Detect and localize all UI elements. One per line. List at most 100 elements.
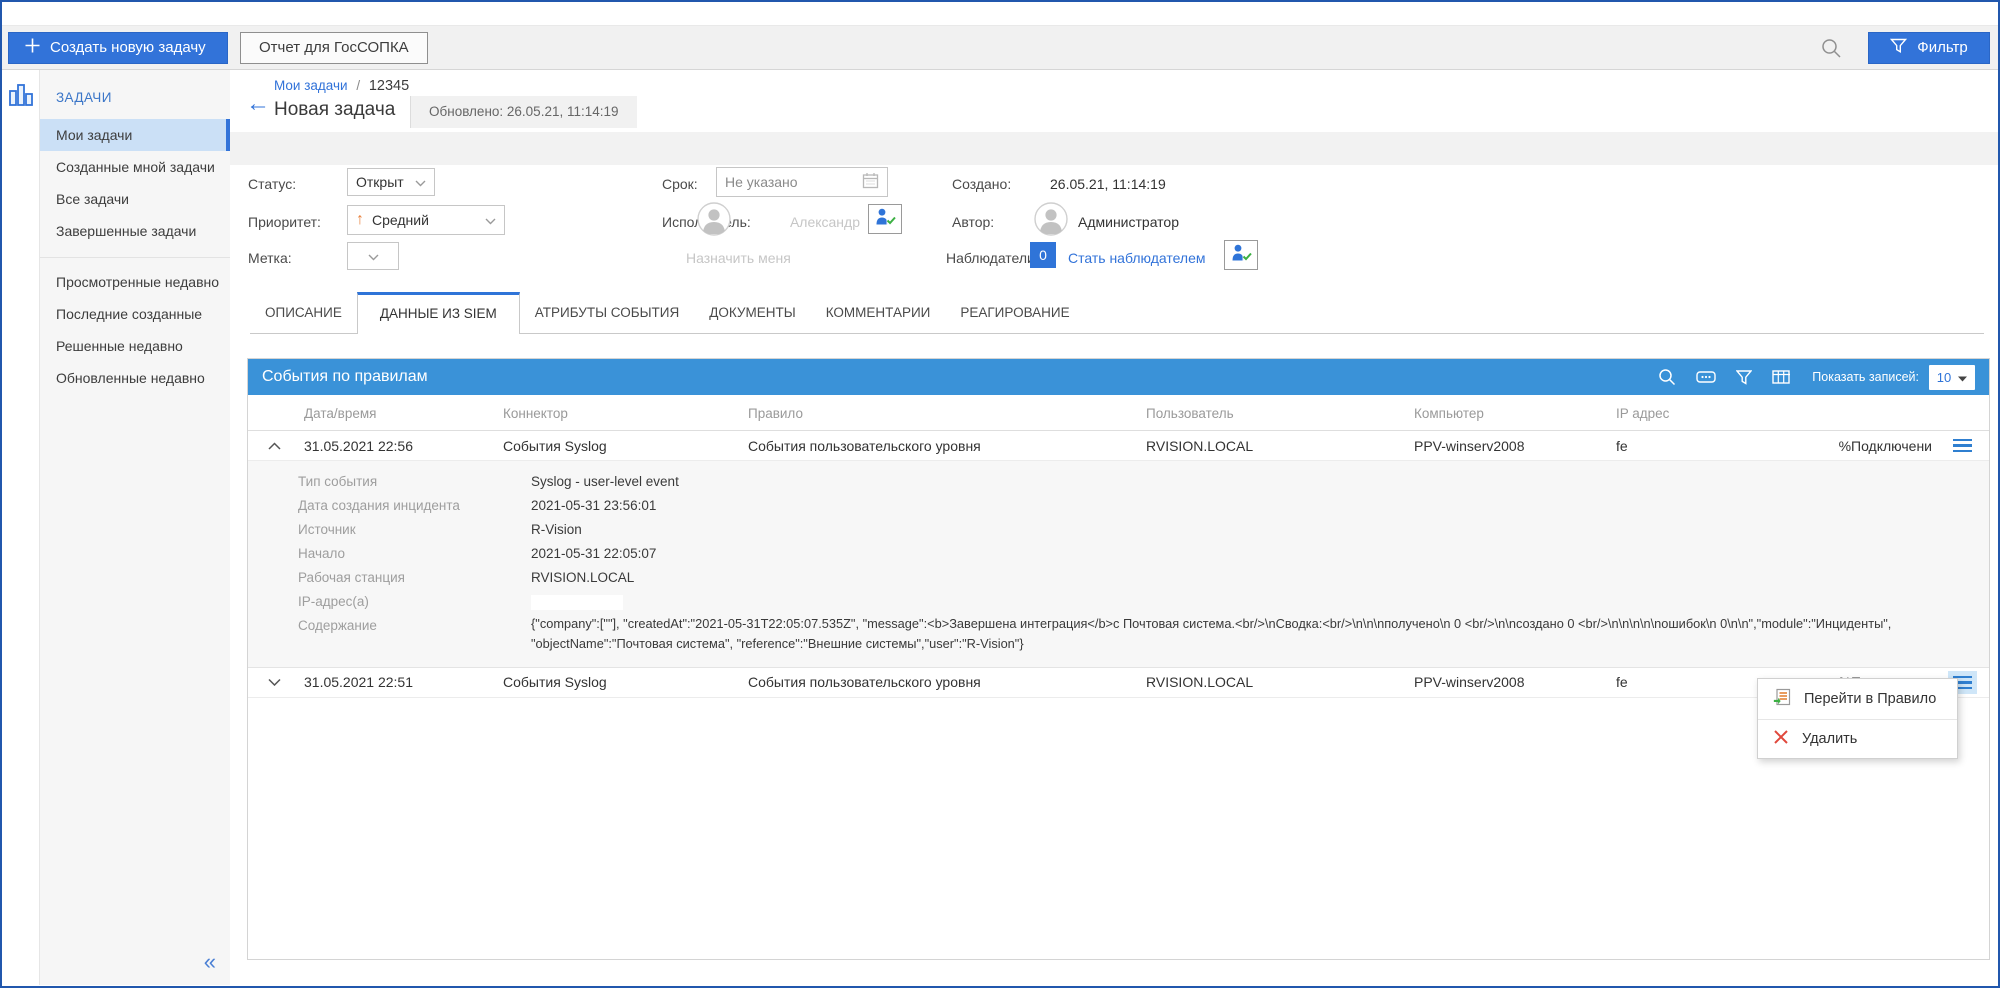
row-context-menu: Перейти в Правило Удалить xyxy=(1757,678,1958,759)
chevron-down-icon[interactable] xyxy=(268,678,304,687)
cell-ip: fe xyxy=(1616,437,1628,454)
detail-value: RVISION.LOCAL xyxy=(531,570,635,585)
context-menu-item-delete[interactable]: Удалить xyxy=(1758,719,1957,758)
detail-row: Источник R-Vision xyxy=(248,518,1989,542)
detail-key: IP-адрес(а) xyxy=(298,594,369,609)
cell-connector: События Syslog xyxy=(503,437,607,454)
tab-event-attributes[interactable]: АТРИБУТЫ СОБЫТИЯ xyxy=(519,292,695,334)
column-header-rule[interactable]: Правило xyxy=(748,406,1146,421)
table-columns-icon[interactable] xyxy=(1772,369,1791,385)
column-header-datetime[interactable]: Дата/время xyxy=(304,406,503,421)
tab-description[interactable]: ОПИСАНИЕ xyxy=(250,292,357,334)
sidebar-item-created-by-me[interactable]: Созданные мной задачи xyxy=(40,151,230,183)
cell-user: RVISION.LOCAL xyxy=(1146,674,1254,691)
column-header-computer[interactable]: Компьютер xyxy=(1414,406,1616,421)
deadline-input[interactable]: Не указано xyxy=(716,167,888,197)
assign-me-link[interactable]: Назначить меня xyxy=(686,250,791,266)
filter-button[interactable]: Фильтр xyxy=(1868,31,1990,64)
sidebar-item-recently-updated[interactable]: Обновленные недавно xyxy=(40,362,230,394)
column-header-ip[interactable]: IP адрес xyxy=(1616,406,1781,421)
panel-search-icon[interactable] xyxy=(1658,368,1676,386)
tab-siem-data[interactable]: ДАННЫЕ ИЗ SIEM xyxy=(356,292,520,334)
sidebar-item-recently-created[interactable]: Последние созданные xyxy=(40,298,230,330)
main-content: ← Мои задачи / 12345 Новая задача Обновл… xyxy=(230,70,1998,985)
create-task-button[interactable]: Создать новую задачу xyxy=(8,31,228,64)
sidebar-item-all-tasks[interactable]: Все задачи xyxy=(40,183,230,215)
cell-datetime: 31.05.2021 22:56 xyxy=(304,437,413,454)
ip-address-blank-box xyxy=(531,594,623,610)
gossopka-report-button[interactable]: Отчет для ГосСОПКА xyxy=(240,31,428,64)
watchers-label: Наблюдатели: xyxy=(946,250,1039,266)
updated-timestamp: Обновлено: 26.05.21, 11:14:19 xyxy=(410,96,637,128)
column-width-icon[interactable] xyxy=(1696,369,1716,385)
tag-select[interactable] xyxy=(347,242,399,270)
tab-bar: ОПИСАНИЕ ДАННЫЕ ИЗ SIEM АТРИБУТЫ СОБЫТИЯ… xyxy=(230,292,1984,334)
tab-bar-filler xyxy=(1084,292,1984,334)
status-select[interactable]: Открыт xyxy=(347,168,435,196)
show-records-value: 10 xyxy=(1936,369,1952,385)
show-records-label: Показать записей: xyxy=(1812,370,1919,384)
detail-key: Начало xyxy=(298,546,346,561)
detail-value: 2021-05-31 23:56:01 xyxy=(531,498,657,513)
tab-comments[interactable]: КОММЕНТАРИИ xyxy=(810,292,946,334)
events-panel: События по правилам Показать записей: 10 xyxy=(247,358,1990,960)
panel-filter-icon[interactable] xyxy=(1736,369,1753,385)
detail-key: Дата создания инцидента xyxy=(298,498,460,513)
event-detail-block: Тип события Syslog - user-level event Дат… xyxy=(248,461,1989,668)
detail-key: Тип события xyxy=(298,474,378,489)
priority-up-arrow-icon: ↑ xyxy=(356,211,364,228)
sidebar-divider xyxy=(40,257,230,258)
sidebar-item-recently-viewed[interactable]: Просмотренные недавно xyxy=(40,266,230,298)
assignee-avatar[interactable] xyxy=(697,202,731,236)
filter-label: Фильтр xyxy=(1917,39,1968,56)
module-icon-rail xyxy=(2,70,40,985)
context-menu-item-goto-rule[interactable]: Перейти в Правило xyxy=(1758,679,1957,719)
detail-row: IP-адрес(а) xyxy=(248,590,1989,614)
person-check-icon xyxy=(875,207,896,231)
author-avatar xyxy=(1034,202,1068,236)
column-header-connector[interactable]: Коннектор xyxy=(503,406,748,421)
assign-user-button[interactable] xyxy=(868,204,902,234)
create-task-label: Создать новую задачу xyxy=(50,39,206,56)
context-menu-label: Перейти в Правило xyxy=(1804,691,1937,707)
events-table-header: Дата/время Коннектор Правило Пользовател… xyxy=(248,397,1989,431)
search-icon[interactable] xyxy=(1820,37,1842,59)
sidebar-task-views: Мои задачи Созданные мной задачи Все зад… xyxy=(40,119,230,247)
detail-value-redacted xyxy=(531,590,1989,614)
back-arrow-icon[interactable]: ← xyxy=(246,92,270,116)
cell-extra: %Подключени xyxy=(1838,437,1932,454)
sidebar-item-recently-resolved[interactable]: Решенные недавно xyxy=(40,330,230,362)
tab-response[interactable]: РЕАГИРОВАНИЕ xyxy=(945,292,1085,334)
chevron-up-icon[interactable] xyxy=(268,441,304,450)
person-check-icon xyxy=(1231,243,1252,267)
add-watcher-button[interactable] xyxy=(1224,240,1258,270)
header-separator-band xyxy=(230,132,1998,165)
breadcrumb-separator: / xyxy=(356,78,361,93)
sidebar-item-finished-tasks[interactable]: Завершенные задачи xyxy=(40,215,230,247)
column-header-user[interactable]: Пользователь xyxy=(1146,406,1414,421)
status-label: Статус: xyxy=(248,176,297,192)
priority-select[interactable]: ↑ Средний xyxy=(347,205,505,235)
table-row[interactable]: 31.05.2021 22:56 События Syslog События … xyxy=(248,431,1989,461)
page-title: Новая задача xyxy=(274,99,396,120)
watchers-count-badge[interactable]: 0 xyxy=(1030,242,1056,268)
created-value: 26.05.21, 11:14:19 xyxy=(1050,176,1166,192)
bar-chart-logo-icon[interactable] xyxy=(8,82,34,985)
sidebar-item-my-tasks[interactable]: Мои задачи xyxy=(40,119,230,151)
sidebar-collapse-button[interactable]: « xyxy=(204,951,216,973)
row-menu-icon[interactable] xyxy=(1948,434,1977,458)
cell-rule: События пользовательского уровня xyxy=(748,674,981,691)
breadcrumb: Мои задачи / 12345 xyxy=(274,78,409,94)
detail-key: Рабочая станция xyxy=(298,570,405,585)
detail-row: Дата создания инцидента 2021-05-31 23:56:… xyxy=(248,494,1989,518)
chevron-down-icon xyxy=(415,174,426,190)
sidebar: ЗАДАЧИ Мои задачи Созданные мной задачи … xyxy=(40,70,230,985)
cell-computer: PPV-winserv2008 xyxy=(1414,674,1525,691)
become-watcher-link[interactable]: Стать наблюдателем xyxy=(1068,250,1206,266)
table-row[interactable]: 31.05.2021 22:51 События Syslog События … xyxy=(248,668,1989,698)
deadline-value: Не указано xyxy=(725,174,798,190)
show-records-select[interactable]: 10 xyxy=(1929,364,1975,390)
breadcrumb-parent-link[interactable]: Мои задачи xyxy=(274,78,348,93)
tab-documents[interactable]: ДОКУМЕНТЫ xyxy=(694,292,811,334)
window-top-strip xyxy=(2,2,1998,26)
